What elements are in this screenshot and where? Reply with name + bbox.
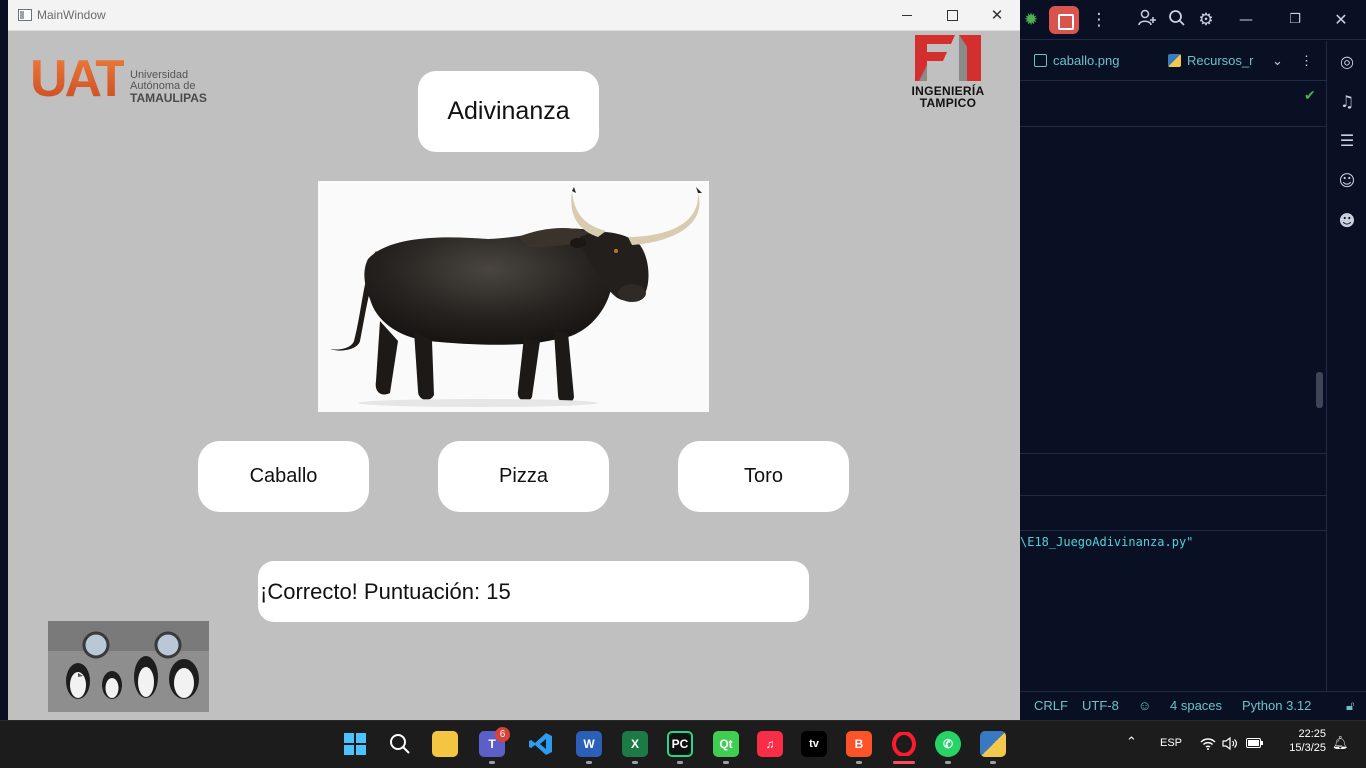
ide-tab-bar: caballo.png Recursos_r ⌄ ⋮ (1020, 41, 1326, 81)
check-icon: ✔ (1304, 88, 1316, 104)
tab-label: caballo.png (1053, 53, 1120, 68)
ide-status-bar: CRLF UTF-8 ☺ 4 spaces Python 3.12 🔓︎ (1020, 691, 1366, 720)
add-user-icon[interactable] (1136, 9, 1158, 31)
language-indicator[interactable]: ESP (1160, 737, 1182, 749)
python-icon[interactable] (980, 731, 1006, 757)
wifi-icon[interactable] (1200, 737, 1216, 753)
excel-icon[interactable]: X (622, 731, 648, 757)
window-title: MainWindow (37, 8, 106, 22)
teams-notification-badge: 6 (495, 727, 510, 742)
uat-logo-letters: UAT (30, 50, 127, 108)
copilot-icon[interactable]: ☺ (1336, 170, 1358, 192)
excel-running-indicator (632, 761, 638, 764)
windows-taskbar: T W X PC Qt ♫ tv B ✆ ⌃ ESP 🔔︎ (0, 720, 1366, 768)
tray-expand-icon[interactable]: ⌃ (1126, 734, 1137, 750)
penguins-picture (48, 621, 209, 712)
main-window: MainWindow ✕ UAT Universidad Autónoma de… (8, 0, 1020, 720)
clock-date: 15/3/25 (1289, 742, 1326, 754)
copilot-status-icon[interactable]: ☺ (1138, 698, 1151, 713)
search-icon[interactable] (387, 731, 413, 757)
whatsapp-running-indicator (945, 761, 951, 764)
system-clock[interactable]: 22:25 15/3/25 (1280, 727, 1326, 755)
penguins-image (48, 621, 209, 712)
fi-ingenieria-logo: INGENIERÍA TAMPICO (898, 33, 998, 113)
qt-designer-icon[interactable]: Qt (713, 731, 739, 757)
more-tabs-icon[interactable]: ⋮ (1300, 53, 1313, 69)
tab-label: Recursos_r (1187, 53, 1254, 68)
apple-music-icon[interactable]: ♫ (757, 731, 783, 757)
terminal-output: \E18_JuegoAdivinanza.py" (1020, 535, 1194, 549)
brave-running-indicator (856, 761, 862, 764)
notification-bell-icon[interactable]: 🔔︎ (1332, 735, 1349, 751)
pycharm-icon[interactable]: PC (667, 731, 693, 757)
close-button[interactable]: ✕ (974, 0, 1020, 31)
window-app-icon (18, 9, 32, 21)
teams-running-indicator (489, 761, 495, 764)
restore-icon[interactable]: ❐ (1284, 9, 1306, 31)
line-ending[interactable]: CRLF (1034, 698, 1068, 713)
uat-logo-line3: TAMAULIPAS (130, 91, 207, 105)
minimize-icon[interactable]: — (1235, 9, 1257, 31)
pycharm-running-indicator (677, 761, 683, 764)
result-label: ¡Correcto! Puntuación: 15 (258, 561, 809, 622)
volume-icon[interactable] (1222, 736, 1238, 753)
more-menu-icon[interactable]: ⋮ (1088, 9, 1110, 31)
riddle-image (318, 181, 709, 412)
clock-time: 22:25 (1298, 728, 1326, 740)
battery-icon[interactable] (1246, 737, 1264, 752)
run-panel-header (1020, 455, 1326, 531)
chevron-down-icon[interactable]: ⌄ (1272, 53, 1283, 69)
brave-icon[interactable]: B (846, 731, 872, 757)
bull-image (330, 187, 702, 407)
indent-setting[interactable]: 4 spaces (1170, 698, 1222, 713)
python-interpreter[interactable]: Python 3.12 (1242, 698, 1311, 713)
database-icon[interactable]: ☰ (1336, 130, 1358, 152)
tab-recursos[interactable]: Recursos_r (1168, 53, 1258, 68)
answer-button-pizza[interactable]: Pizza (438, 441, 609, 512)
window-titlebar[interactable]: MainWindow ✕ (8, 0, 1020, 31)
opera-icon[interactable] (891, 731, 917, 757)
file-explorer-icon[interactable] (432, 731, 458, 757)
copilot-chat-icon[interactable]: ☻ (1336, 210, 1358, 232)
answer-button-caballo[interactable]: Caballo (198, 441, 369, 512)
image-file-icon (1034, 54, 1047, 67)
game-title: Adivinanza (418, 71, 599, 152)
fi-mark-icon (915, 35, 981, 81)
fi-logo-line2: TAMPICO (919, 96, 977, 110)
search-icon[interactable] (1166, 9, 1188, 31)
python-file-icon (1168, 54, 1181, 67)
word-running-indicator (586, 761, 592, 764)
gear-icon[interactable]: ⚙ (1195, 9, 1217, 31)
ide-right-toolbar: ◎ ♫ ☰ ☺ ☻ (1326, 41, 1366, 691)
code-editor[interactable] (1020, 82, 1326, 454)
editor-scrollbar[interactable] (1316, 372, 1323, 408)
python-running-indicator (990, 761, 996, 764)
whatsapp-icon[interactable]: ✆ (935, 731, 961, 757)
qt-running-indicator (723, 761, 729, 764)
apple-tv-icon[interactable]: tv (801, 731, 827, 757)
vscode-icon[interactable] (528, 731, 554, 757)
close-icon[interactable]: ✕ (1330, 9, 1352, 31)
start-icon[interactable] (342, 731, 368, 757)
opera-active-indicator (893, 761, 915, 764)
notifications-icon[interactable]: ♫ (1336, 91, 1358, 113)
uat-logo: UAT Universidad Autónoma de TAMAULIPAS (30, 52, 216, 108)
ai-assistant-icon[interactable]: ◎ (1336, 51, 1358, 73)
maximize-button[interactable] (929, 0, 975, 31)
file-encoding[interactable]: UTF-8 (1082, 698, 1119, 713)
tab-caballo-png[interactable]: caballo.png (1034, 53, 1120, 68)
debug-icon[interactable]: ✹ (1020, 9, 1042, 31)
lock-icon[interactable]: 🔓︎ (1346, 698, 1354, 714)
answer-button-toro[interactable]: Toro (678, 441, 849, 512)
minimize-button[interactable] (884, 0, 930, 31)
stop-button[interactable] (1049, 6, 1079, 34)
word-icon[interactable]: W (576, 731, 602, 757)
